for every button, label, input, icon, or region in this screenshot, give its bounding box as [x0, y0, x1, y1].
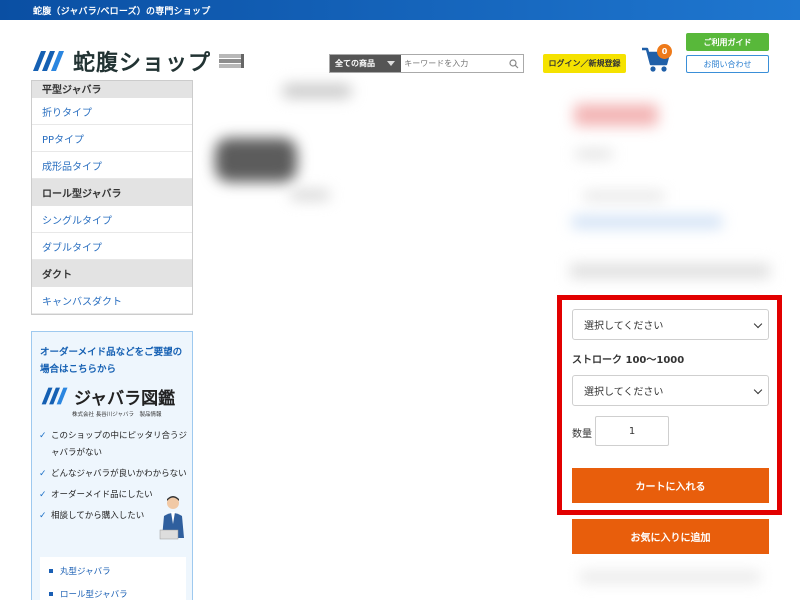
- category-sidebar: 平型ジャバラ 折りタイプ PPタイプ 成形品タイプ ロール型ジャバラ シングルタ…: [31, 80, 193, 315]
- bullet-square-icon: [49, 568, 53, 573]
- check-item-text: 相談してから購入したい: [51, 511, 145, 521]
- search-category-label: 全ての商品: [335, 59, 375, 68]
- banner-title: オーダーメイド品などをご要望の場合はこちらから: [40, 347, 183, 375]
- chevron-down-icon: [753, 385, 763, 395]
- option-select-1-value: 選択してください: [584, 321, 664, 332]
- search-category-select[interactable]: 全ての商品: [330, 55, 402, 72]
- banner-link-label: 丸型ジャバラ: [60, 566, 111, 577]
- search-button[interactable]: [505, 55, 523, 72]
- logo-mark-icon: [41, 387, 68, 405]
- option-select-1[interactable]: 選択してください: [572, 309, 769, 340]
- sidebar-item-double-type[interactable]: ダブルタイプ: [32, 233, 192, 260]
- search-input[interactable]: [401, 55, 506, 72]
- check-icon: ✓: [39, 490, 47, 500]
- stroke-label: ストローク 100〜1000: [572, 355, 685, 366]
- logo-text: 蛇腹ショップ: [73, 51, 212, 76]
- sidebar-heading-roll-bellows: ロール型ジャバラ: [32, 179, 192, 206]
- blurred-detail-text: [580, 572, 760, 582]
- check-item: ✓ このショップの中にピッタリ合うジャバラがない: [39, 428, 189, 462]
- cart-count-badge: 0: [657, 44, 672, 59]
- top-banner-text: 蛇腹（ジャバラ/ベローズ）の専門ショップ: [33, 7, 211, 17]
- sidebar-heading-duct: ダクト: [32, 260, 192, 287]
- add-to-favorites-button[interactable]: お気に入りに追加: [572, 519, 769, 554]
- search-bar: 全ての商品: [329, 54, 524, 73]
- stroke-select-value: 選択してください: [584, 387, 664, 398]
- consultant-person-icon: [159, 496, 184, 540]
- sidebar-item-molded-type[interactable]: 成形品タイプ: [32, 152, 192, 179]
- blurred-detail-text: [584, 192, 664, 200]
- user-guide-button[interactable]: ご利用ガイド: [686, 33, 769, 51]
- chevron-down-icon: [753, 319, 763, 329]
- bullet-square-icon: [49, 591, 53, 596]
- sidebar-item-single-type[interactable]: シングルタイプ: [32, 206, 192, 233]
- custom-order-banner[interactable]: オーダーメイド品などをご要望の場合はこちらから ジャバラ図鑑 株式会社 長谷川ジ…: [31, 331, 193, 600]
- banner-link-round-bellows[interactable]: 丸型ジャバラ: [40, 561, 186, 580]
- banner-link-label: ロール型ジャバラ: [60, 589, 128, 600]
- blurred-detail-text: [572, 216, 722, 228]
- sidebar-item-pp-type[interactable]: PPタイプ: [32, 125, 192, 152]
- sidebar-item-fold-type[interactable]: 折りタイプ: [32, 98, 192, 125]
- blurred-product-image: [282, 84, 352, 98]
- banner-link-roll-bellows[interactable]: ロール型ジャバラ: [40, 584, 186, 600]
- sidebar-item-canvas-duct[interactable]: キャンバスダクト: [32, 287, 192, 314]
- banner-company-text: 株式会社 長谷川ジャバラ 製品情報: [72, 412, 162, 418]
- check-item-text: オーダーメイド品にしたい: [51, 490, 153, 500]
- stroke-select[interactable]: 選択してください: [572, 375, 769, 406]
- blurred-product-image: [290, 190, 330, 200]
- search-icon: [509, 58, 519, 68]
- contact-button[interactable]: お問い合わせ: [686, 55, 769, 73]
- blurred-price-text: [574, 104, 658, 126]
- caret-down-icon: [387, 61, 396, 66]
- blurred-detail-text: [570, 264, 770, 278]
- check-item-text: このショップの中にピッタリ合うジャバラがない: [51, 431, 188, 458]
- logo-mark-icon: [33, 51, 64, 71]
- check-icon: ✓: [39, 431, 47, 441]
- quantity-label: 数量: [572, 429, 592, 440]
- sidebar-heading-flat-bellows: 平型ジャバラ: [32, 81, 192, 98]
- quantity-input[interactable]: 1: [595, 416, 669, 446]
- banner-link-list: 丸型ジャバラ ロール型ジャバラ: [40, 557, 186, 600]
- bellows-product-icon: [219, 54, 245, 68]
- login-register-button[interactable]: ログイン／新規登録: [543, 54, 626, 73]
- check-item: ✓ どんなジャバラが良いかわからない: [39, 466, 189, 483]
- site-logo[interactable]: 蛇腹ショップ: [31, 46, 245, 76]
- blurred-detail-text: [576, 150, 612, 158]
- jabara-zukan-logo: ジャバラ図鑑: [40, 384, 176, 409]
- add-to-cart-button[interactable]: カートに入れる: [572, 468, 769, 503]
- check-icon: ✓: [39, 469, 47, 479]
- blurred-product-image: [215, 138, 297, 182]
- banner-logo-text: ジャバラ図鑑: [74, 388, 176, 409]
- top-banner-bar: 蛇腹（ジャバラ/ベローズ）の専門ショップ: [0, 0, 800, 20]
- check-item-text: どんなジャバラが良いかわからない: [51, 469, 187, 479]
- check-icon: ✓: [39, 511, 47, 521]
